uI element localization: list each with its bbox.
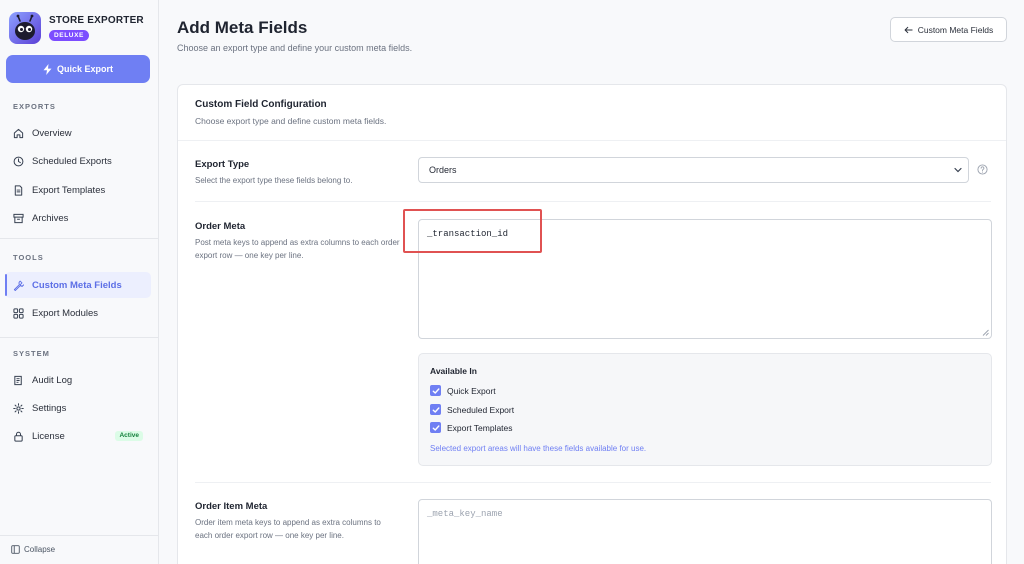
lock-icon: [14, 431, 23, 442]
sidebar-item-label: Settings: [32, 402, 67, 414]
section-label-system: SYSTEM: [13, 349, 50, 358]
page-subtitle: Choose an export type and define your cu…: [177, 43, 413, 53]
sidebar: STORE EXPORTER DELUXE Quick Export EXPOR…: [0, 0, 159, 564]
sidebar-item-label: Custom Meta Fields: [32, 279, 122, 291]
back-to-custom-meta-fields-button[interactable]: Custom Meta Fields: [890, 17, 1007, 42]
highlight-box: [403, 209, 542, 253]
field-divider: [195, 201, 991, 202]
checkbox-label: Scheduled Export: [447, 404, 515, 415]
checkmark-icon: [432, 406, 439, 413]
gear-icon: [13, 402, 24, 414]
license-status-badge: Active: [115, 431, 143, 441]
sidebar-item-label: Scheduled Exports: [32, 155, 112, 167]
checkbox-label: Export Templates: [447, 422, 513, 433]
sidebar-item-license[interactable]: License Active: [5, 423, 151, 449]
document-icon: [14, 184, 23, 196]
quick-export-label: Quick Export: [56, 64, 113, 74]
field-divider: [195, 482, 991, 483]
export-type-label: Export Type: [195, 159, 250, 170]
checkbox-label: Quick Export: [447, 385, 496, 396]
brand: STORE EXPORTER DELUXE: [9, 12, 154, 46]
arrow-left-icon: [904, 26, 913, 33]
sidebar-item-label: Archives: [32, 212, 69, 224]
card-divider: [178, 140, 1006, 141]
sidebar-item-export-modules[interactable]: Export Modules: [5, 300, 151, 326]
clock-icon: [13, 156, 24, 166]
brand-badge: DELUXE: [49, 30, 89, 41]
lightning-icon: [43, 63, 52, 75]
help-icon[interactable]: [977, 164, 988, 175]
checkbox-checked[interactable]: [430, 404, 441, 415]
card-description: Choose export type and define custom met…: [195, 116, 387, 126]
sidebar-item-label: Audit Log: [32, 374, 73, 386]
order-meta-label: Order Meta: [195, 221, 246, 232]
order-item-meta-label: Order Item Meta: [195, 501, 268, 512]
sidebar-item-custom-meta-fields[interactable]: Custom Meta Fields: [5, 272, 151, 298]
log-icon: [14, 375, 22, 385]
sidebar-item-label: Export Templates: [32, 184, 106, 196]
chevron-down-icon: [954, 167, 962, 173]
collapse-button[interactable]: Collapse: [11, 545, 55, 554]
checkbox-checked[interactable]: [430, 385, 441, 396]
checkmark-icon: [432, 424, 439, 431]
checkbox-export-templates[interactable]: Export Templates: [430, 422, 513, 433]
page-title: Add Meta Fields: [177, 18, 308, 37]
export-type-help: Select the export type these fields belo…: [195, 176, 353, 185]
order-item-meta-placeholder: _meta_key_name: [427, 509, 503, 519]
available-in-note: Selected export areas will have these fi…: [430, 444, 647, 453]
order-meta-help: Post meta keys to append as extra column…: [195, 238, 400, 260]
brand-name: STORE EXPORTER: [49, 15, 144, 26]
export-type-select[interactable]: Orders: [418, 157, 969, 183]
sidebar-item-label: Export Modules: [32, 307, 99, 319]
checkbox-scheduled-export[interactable]: Scheduled Export: [430, 404, 514, 415]
app-logo: [9, 12, 41, 44]
collapse-label: Collapse: [24, 545, 56, 554]
export-type-selected-value: Orders: [429, 165, 457, 175]
home-icon: [13, 128, 24, 138]
wrench-icon: [13, 280, 24, 291]
card-title: Custom Field Configuration: [195, 99, 327, 110]
available-in-panel: Available In Quick Export Scheduled Expo…: [418, 353, 992, 466]
sidebar-item-audit-log[interactable]: Audit Log: [5, 367, 151, 393]
order-item-meta-help: Order item meta keys to append as extra …: [195, 518, 381, 540]
sidebar-item-label: License: [32, 430, 65, 442]
order-item-meta-textarea[interactable]: _meta_key_name: [418, 499, 992, 564]
section-label-exports: EXPORTS: [13, 102, 56, 111]
sidebar-item-export-templates[interactable]: Export Templates: [5, 177, 151, 203]
sidebar-divider: [0, 238, 159, 239]
section-label-tools: TOOLS: [13, 253, 44, 262]
sidebar-item-archives[interactable]: Archives: [5, 205, 151, 231]
quick-export-button[interactable]: Quick Export: [6, 55, 150, 83]
checkbox-quick-export[interactable]: Quick Export: [430, 385, 496, 396]
available-in-title: Available In: [430, 366, 477, 376]
back-button-label: Custom Meta Fields: [917, 24, 994, 35]
grid-icon: [13, 307, 24, 319]
sidebar-item-settings[interactable]: Settings: [5, 395, 151, 421]
sidebar-item-overview[interactable]: Overview: [5, 120, 151, 146]
sidebar-item-label: Overview: [32, 127, 72, 139]
checkmark-icon: [432, 387, 439, 394]
sidebar-divider: [0, 535, 159, 536]
archive-icon: [13, 213, 24, 223]
sidebar-item-scheduled-exports[interactable]: Scheduled Exports: [5, 148, 151, 174]
custom-field-configuration-card: Custom Field Configuration Choose export…: [177, 84, 1007, 564]
sidebar-divider: [0, 337, 159, 338]
resize-handle-icon[interactable]: [982, 329, 989, 336]
checkbox-checked[interactable]: [430, 422, 441, 433]
sidebar-collapse-icon: [11, 545, 20, 554]
